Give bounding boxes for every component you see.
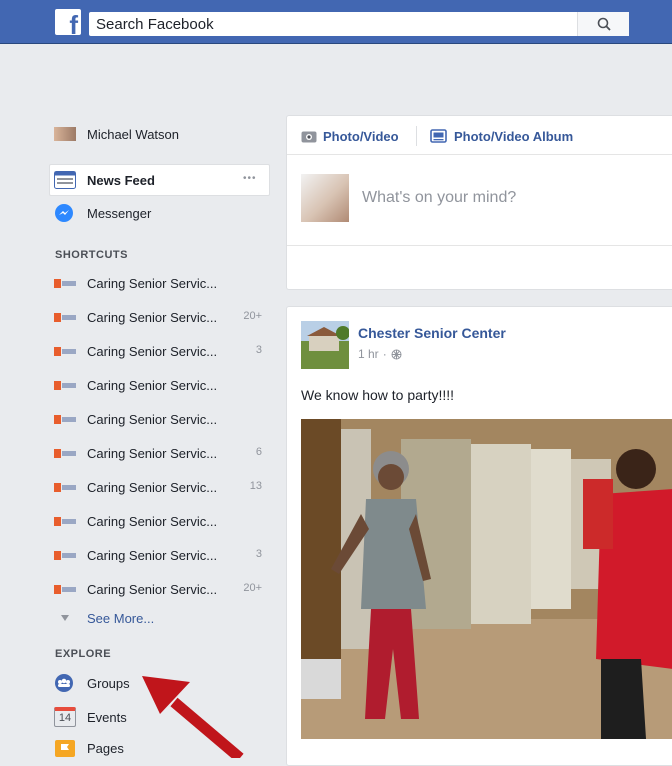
composer-tabs: Photo/Video Photo/Video Album	[287, 116, 672, 155]
photo-video-label: Photo/Video	[323, 128, 399, 144]
search-input[interactable]	[89, 12, 569, 36]
caring-senior-logo-icon	[54, 478, 76, 496]
post-meta: 1 hr ·	[358, 347, 402, 361]
calendar-icon: 14	[54, 707, 76, 727]
tab-divider	[416, 126, 417, 146]
caring-senior-logo-icon	[54, 410, 76, 428]
shortcut-label: Caring Senior Servic...	[87, 513, 218, 529]
sidebar-shortcut-item[interactable]: Caring Senior Servic...	[54, 510, 217, 532]
shortcut-notification-count: 6	[255, 446, 262, 458]
pages-label: Pages	[87, 740, 124, 756]
search-box	[89, 12, 629, 36]
feed-post: Chester Senior Center 1 hr · We know how…	[286, 306, 672, 766]
sidebar-shortcut-item[interactable]: Caring Senior Servic...	[54, 544, 217, 566]
calendar-day: 14	[58, 712, 72, 724]
post-time[interactable]: 1 hr	[358, 347, 379, 361]
groups-icon	[54, 674, 76, 692]
facebook-logo-letter: f	[69, 10, 78, 40]
sidebar-item-pages[interactable]: Pages	[54, 737, 124, 759]
caring-senior-logo-icon	[54, 376, 76, 394]
shortcut-notification-count: 20+	[243, 310, 262, 322]
sidebar-shortcut-item[interactable]: Caring Senior Servic...	[54, 306, 217, 328]
sidebar-shortcut-item[interactable]: Caring Senior Servic...	[54, 476, 217, 498]
messenger-label: Messenger	[87, 205, 152, 221]
groups-label: Groups	[87, 675, 130, 691]
shortcut-label: Caring Senior Servic...	[87, 309, 218, 325]
shortcut-label: Caring Senior Servic...	[87, 581, 218, 597]
annotation-arrow	[142, 676, 244, 758]
messenger-icon	[54, 204, 76, 222]
status-input[interactable]	[362, 189, 642, 207]
sidebar-shortcut-item[interactable]: Caring Senior Servic...	[54, 374, 217, 396]
caring-senior-logo-icon	[54, 512, 76, 530]
profile-avatar	[54, 127, 76, 141]
post-author-avatar[interactable]	[301, 321, 349, 369]
see-more-link[interactable]: See More...	[54, 607, 154, 629]
post-text: We know how to party!!!!	[301, 387, 455, 403]
sidebar-shortcut-item[interactable]: Caring Senior Servic...	[54, 578, 217, 600]
chevron-down-icon	[54, 609, 76, 627]
sidebar-shortcut-item[interactable]: Caring Senior Servic...	[54, 442, 217, 464]
sidebar-item-events[interactable]: 14 Events	[54, 706, 127, 728]
sidebar-shortcut-item[interactable]: Caring Senior Servic...	[54, 272, 217, 294]
search-icon	[597, 17, 611, 31]
news-feed-more-button[interactable]: •••	[243, 173, 257, 184]
caring-senior-logo-icon	[54, 580, 76, 598]
explore-heading: EXPLORE	[55, 648, 112, 660]
sidebar-shortcut-item[interactable]: Caring Senior Servic...	[54, 340, 217, 362]
caring-senior-logo-icon	[54, 308, 76, 326]
sidebar-shortcut-item[interactable]: Caring Senior Servic...	[54, 408, 217, 430]
profile-name: Michael Watson	[87, 126, 179, 142]
shortcut-label: Caring Senior Servic...	[87, 377, 218, 393]
post-video[interactable]	[301, 419, 672, 739]
shortcut-notification-count: 20+	[243, 582, 262, 594]
shortcut-label: Caring Senior Servic...	[87, 479, 218, 495]
shortcut-notification-count: 3	[255, 344, 262, 356]
album-icon	[430, 129, 447, 143]
shortcut-label: Caring Senior Servic...	[87, 343, 218, 359]
shortcut-label: Caring Senior Servic...	[87, 547, 218, 563]
search-button[interactable]	[577, 12, 629, 36]
post-meta-separator: ·	[382, 347, 387, 361]
tab-photo-video[interactable]: Photo/Video	[301, 128, 399, 144]
composer-footer	[287, 245, 672, 246]
tab-photo-video-album[interactable]: Photo/Video Album	[430, 128, 573, 144]
composer-avatar	[301, 174, 349, 222]
shortcut-label: Caring Senior Servic...	[87, 411, 218, 427]
shortcut-label: Caring Senior Servic...	[87, 445, 218, 461]
facebook-logo[interactable]: f	[55, 9, 81, 40]
see-more-label: See More...	[87, 610, 155, 626]
news-feed-row: News Feed	[54, 169, 155, 191]
top-bar: f	[0, 0, 672, 44]
caring-senior-logo-icon	[54, 444, 76, 462]
post-composer: Photo/Video Photo/Video Album	[286, 115, 672, 290]
shortcut-notification-count: 3	[255, 548, 262, 560]
sidebar-item-groups[interactable]: Groups	[54, 672, 130, 694]
caring-senior-logo-icon	[54, 342, 76, 360]
events-label: Events	[87, 709, 127, 725]
photo-video-album-label: Photo/Video Album	[454, 128, 574, 144]
privacy-globe-icon[interactable]	[391, 349, 402, 360]
news-feed-label: News Feed	[87, 172, 155, 188]
flag-icon	[54, 739, 76, 757]
caring-senior-logo-icon	[54, 546, 76, 564]
post-author-name[interactable]: Chester Senior Center	[358, 325, 506, 341]
shortcuts-heading: SHORTCUTS	[55, 249, 128, 261]
sidebar-item-profile[interactable]: Michael Watson	[54, 123, 179, 145]
shortcut-notification-count: 13	[249, 480, 262, 492]
camera-icon	[301, 131, 317, 143]
sidebar-item-messenger[interactable]: Messenger	[54, 202, 151, 224]
news-feed-icon	[54, 171, 76, 189]
sidebar-item-news-feed[interactable]: News Feed •••	[49, 164, 270, 196]
caring-senior-logo-icon	[54, 274, 76, 292]
shortcut-label: Caring Senior Servic...	[87, 275, 218, 291]
